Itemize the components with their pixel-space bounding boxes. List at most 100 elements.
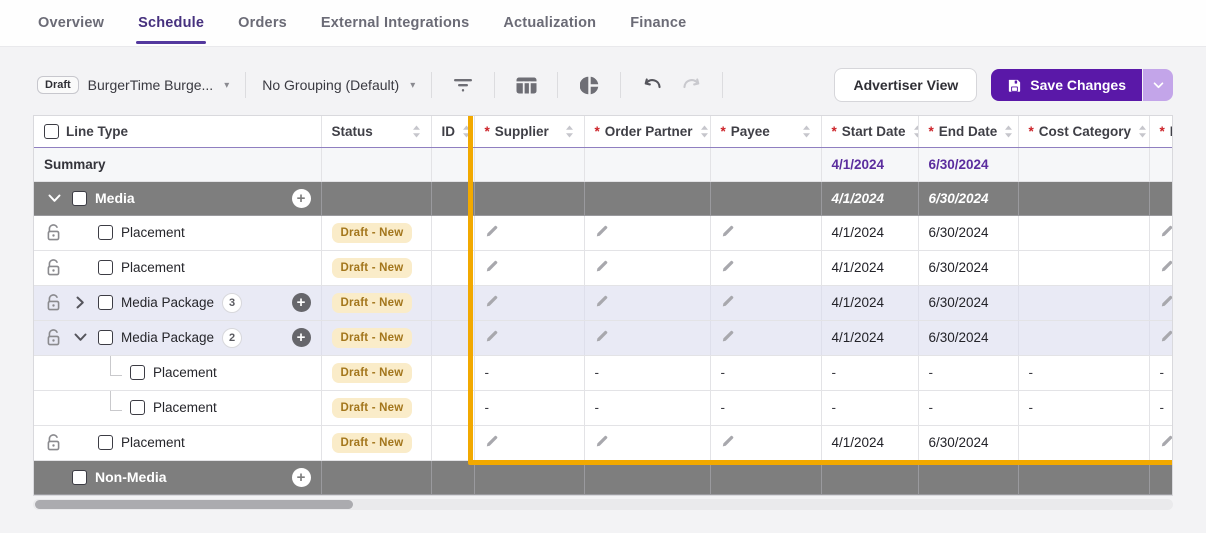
chevron-down-icon[interactable]	[48, 194, 61, 203]
row-checkbox[interactable]	[98, 225, 113, 240]
cell-supplier[interactable]	[474, 320, 584, 355]
campaign-selector[interactable]: Draft BurgerTime Burge... ▾	[33, 76, 245, 94]
column-header-id[interactable]: ID	[431, 116, 474, 147]
tab-external-integrations[interactable]: External Integrations	[321, 0, 469, 46]
edit-pencil-icon[interactable]	[595, 224, 609, 238]
edit-pencil-icon[interactable]	[1160, 434, 1174, 448]
row-checkbox[interactable]	[72, 191, 87, 206]
column-header-orderPartner[interactable]: *Order Partner	[584, 116, 710, 147]
columns-button[interactable]	[511, 70, 541, 100]
cell-estimated[interactable]	[1149, 425, 1173, 460]
chevron-down-icon[interactable]	[74, 333, 87, 342]
edit-pencil-icon[interactable]	[485, 294, 499, 308]
cell-endDate[interactable]: 6/30/2024	[918, 215, 1018, 250]
cell-payee[interactable]	[710, 285, 821, 320]
row-checkbox[interactable]	[98, 330, 113, 345]
column-header-supplier[interactable]: *Supplier	[474, 116, 584, 147]
save-changes-button[interactable]: Save Changes	[991, 69, 1142, 101]
unlock-icon[interactable]	[46, 259, 61, 276]
edit-pencil-icon[interactable]	[595, 329, 609, 343]
edit-pencil-icon[interactable]	[721, 259, 735, 273]
cell-supplier[interactable]	[474, 285, 584, 320]
advertiser-view-button[interactable]: Advertiser View	[834, 68, 977, 102]
edit-pencil-icon[interactable]	[485, 224, 499, 238]
tab-orders[interactable]: Orders	[238, 0, 287, 46]
column-header-endDate[interactable]: *End Date	[918, 116, 1018, 147]
cell-estimated[interactable]	[1149, 320, 1173, 355]
row-checkbox[interactable]	[130, 365, 145, 380]
cell-startDate[interactable]: 4/1/2024	[821, 250, 918, 285]
edit-pencil-icon[interactable]	[721, 224, 735, 238]
edit-pencil-icon[interactable]	[1160, 294, 1174, 308]
cell-endDate[interactable]: 6/30/2024	[918, 250, 1018, 285]
select-all-checkbox[interactable]	[44, 124, 59, 139]
column-header-costCategory[interactable]: *Cost Category	[1018, 116, 1149, 147]
cell-endDate[interactable]: 6/30/2024	[918, 320, 1018, 355]
cell-payee[interactable]	[710, 250, 821, 285]
cell-orderPartner[interactable]	[584, 425, 710, 460]
cell-supplier[interactable]	[474, 250, 584, 285]
cell-supplier[interactable]	[474, 215, 584, 250]
tab-schedule[interactable]: Schedule	[138, 0, 204, 46]
cell-startDate[interactable]: 4/1/2024	[821, 320, 918, 355]
column-header-status[interactable]: Status	[321, 116, 431, 147]
row-checkbox[interactable]	[98, 435, 113, 450]
scrollbar-thumb[interactable]	[35, 500, 353, 509]
tab-overview[interactable]: Overview	[38, 0, 104, 46]
cell-payee[interactable]	[710, 320, 821, 355]
unlock-icon[interactable]	[46, 294, 61, 311]
edit-pencil-icon[interactable]	[595, 434, 609, 448]
column-header-startDate[interactable]: *Start Date	[821, 116, 918, 147]
cell-orderPartner[interactable]	[584, 320, 710, 355]
cell-startDate[interactable]: 4/1/2024	[821, 425, 918, 460]
add-line-button[interactable]: +	[292, 468, 311, 487]
expand-toggle[interactable]	[70, 333, 90, 342]
cell-supplier[interactable]	[474, 425, 584, 460]
edit-pencil-icon[interactable]	[485, 259, 499, 273]
add-line-button[interactable]: +	[292, 189, 311, 208]
cell-endDate[interactable]: 6/30/2024	[918, 285, 1018, 320]
save-options-dropdown[interactable]	[1143, 69, 1173, 101]
edit-pencil-icon[interactable]	[721, 329, 735, 343]
chevron-right-icon[interactable]	[76, 296, 85, 309]
undo-button[interactable]	[637, 70, 667, 100]
edit-pencil-icon[interactable]	[721, 434, 735, 448]
row-checkbox[interactable]	[72, 470, 87, 485]
edit-pencil-icon[interactable]	[1160, 329, 1174, 343]
cell-payee[interactable]	[710, 425, 821, 460]
expand-toggle[interactable]	[44, 194, 64, 203]
edit-pencil-icon[interactable]	[721, 294, 735, 308]
unlock-icon[interactable]	[46, 329, 61, 346]
row-checkbox[interactable]	[130, 400, 145, 415]
unlock-icon[interactable]	[46, 224, 61, 241]
cell-estimated[interactable]	[1149, 285, 1173, 320]
tab-actualization[interactable]: Actualization	[503, 0, 596, 46]
column-header-payee[interactable]: *Payee	[710, 116, 821, 147]
edit-pencil-icon[interactable]	[1160, 259, 1174, 273]
row-checkbox[interactable]	[98, 295, 113, 310]
edit-pencil-icon[interactable]	[595, 259, 609, 273]
add-line-button[interactable]: +	[292, 328, 311, 347]
cell-orderPartner[interactable]	[584, 250, 710, 285]
cell-orderPartner[interactable]	[584, 215, 710, 250]
cell-payee[interactable]	[710, 215, 821, 250]
expand-toggle[interactable]	[70, 296, 90, 309]
unlock-icon[interactable]	[46, 434, 61, 451]
edit-pencil-icon[interactable]	[485, 434, 499, 448]
tab-finance[interactable]: Finance	[630, 0, 686, 46]
edit-pencil-icon[interactable]	[595, 294, 609, 308]
row-checkbox[interactable]	[98, 260, 113, 275]
cell-estimated[interactable]	[1149, 250, 1173, 285]
edit-pencil-icon[interactable]	[1160, 224, 1174, 238]
horizontal-scrollbar[interactable]	[33, 499, 1173, 510]
edit-pencil-icon[interactable]	[485, 329, 499, 343]
column-header-estimated[interactable]: *Es	[1149, 116, 1173, 147]
cell-startDate[interactable]: 4/1/2024	[821, 215, 918, 250]
cell-endDate[interactable]: 6/30/2024	[918, 425, 1018, 460]
grouping-selector[interactable]: No Grouping (Default) ▾	[246, 77, 431, 93]
filter-button[interactable]	[448, 70, 478, 100]
cell-startDate[interactable]: 4/1/2024	[821, 285, 918, 320]
add-line-button[interactable]: +	[292, 293, 311, 312]
chart-button[interactable]	[574, 70, 604, 100]
cell-orderPartner[interactable]	[584, 285, 710, 320]
